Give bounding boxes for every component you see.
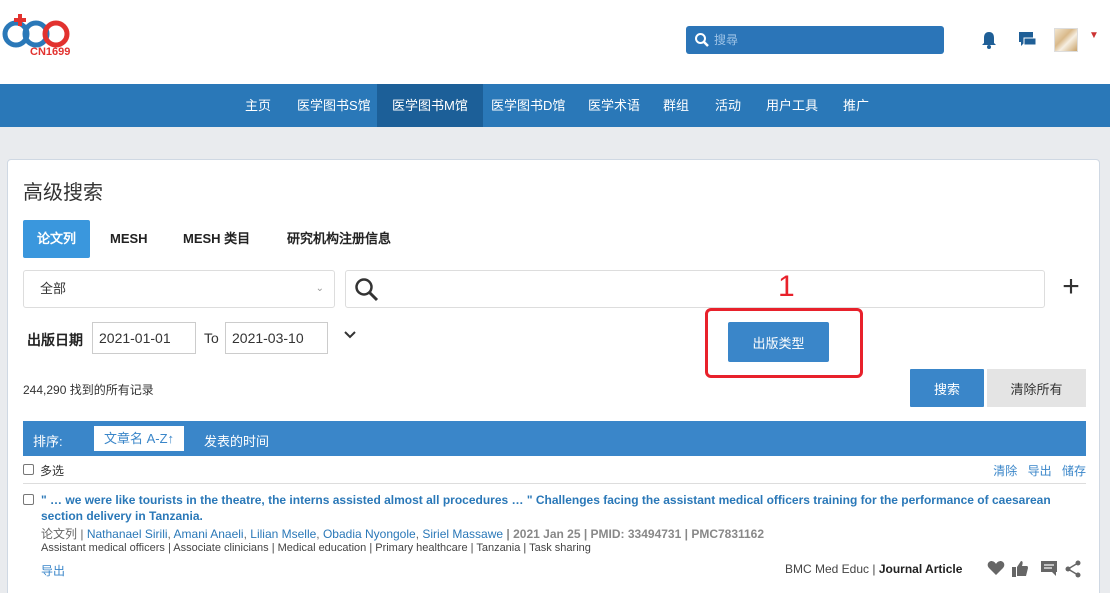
nav-item-user-tools[interactable]: 用户工具 [756,84,828,127]
header-search-input[interactable] [714,30,934,50]
nav-item-library-d[interactable]: 医学图书D馆 [481,84,575,127]
result-pmid: PMID: 33494731 [590,527,682,541]
header-search[interactable] [686,26,944,54]
result-checkbox[interactable] [23,494,34,505]
chevron-down-icon[interactable] [343,328,357,342]
sort-title-az[interactable]: 文章名 A-Z↑ [94,426,185,451]
category-select-value: 全部 [40,281,67,296]
nav-item-events[interactable]: 活动 [705,84,751,127]
advanced-search-card: 高级搜索 论文列 MESH MESH 类目 研究机构注册信息 全部 ⌄ + 出版… [7,159,1100,593]
heart-icon[interactable] [987,560,1005,576]
avatar[interactable] [1054,28,1078,52]
page-title: 高级搜索 [23,182,103,204]
export-link[interactable]: 导出 [1028,464,1052,478]
author-link[interactable]: Nathanael Sirili [87,527,168,541]
sort-bar: 排序: 文章名 A-Z↑ 发表的时间 [23,421,1086,456]
bulk-actions: 清除 导出 储存 [986,462,1086,479]
nav-item-terms[interactable]: 医学术语 [578,84,650,127]
author-link[interactable]: Siriel Massawe [422,527,503,541]
logo-text: CN1699 [30,46,71,58]
result-type: 论文列 [41,527,78,541]
bell-icon[interactable] [980,30,998,50]
publication-type-button[interactable]: 出版类型 [728,322,829,362]
main-nav: 主页 医学图书S馆 医学图书M馆 医学图书D馆 医学术语 群组 活动 用户工具 … [0,84,1110,127]
result-journal: BMC Med Educ | Journal Article [785,562,963,576]
result-meta: 论文列 | Nathanael Sirili, Amani Anaeli, Li… [41,527,765,541]
clear-all-button[interactable]: 清除所有 [987,369,1086,407]
result-export-link[interactable]: 导出 [41,562,65,579]
date-from-input[interactable] [92,322,196,354]
annotation-number: 1 [778,270,795,303]
main-search-input[interactable] [390,277,1030,301]
top-header: CN1699 ▼ [0,0,1110,84]
chevron-down-icon: ⌄ [315,283,324,294]
search-button[interactable]: 搜索 [910,369,984,407]
clear-link[interactable]: 清除 [993,464,1017,478]
tab-articles[interactable]: 论文列 [23,220,91,258]
result-title[interactable]: " … we were like tourists in the theatre… [41,492,1081,524]
nav-item-library-m[interactable]: 医学图书M馆 [377,84,483,127]
article-type: Journal Article [878,562,963,576]
result-pmc: PMC7831162 [691,527,765,541]
tab-mesh[interactable]: MESH [96,220,162,258]
author-link[interactable]: Obadia Nyongole [323,527,416,541]
multi-select-label: 多选 [40,464,65,478]
tab-trial-registry[interactable]: 研究机构注册信息 [273,220,405,258]
tab-mesh-category[interactable]: MESH 类目 [169,220,264,258]
share-icon[interactable] [1064,560,1082,578]
author-link[interactable]: Lilian Mselle [250,527,316,541]
chevron-down-icon[interactable]: ▼ [1089,30,1099,41]
sort-label: 排序: [33,434,63,449]
selection-bar: 多选 清除 导出 储存 [23,456,1086,484]
chat-icon[interactable] [1018,30,1038,50]
nav-item-groups[interactable]: 群组 [653,84,699,127]
search-icon [355,278,379,302]
journal-name: BMC Med Educ [785,562,870,576]
result-date: 2021 Jan 25 [513,527,581,541]
add-condition-button[interactable]: + [1058,272,1084,304]
category-select[interactable]: 全部 ⌄ [23,270,335,308]
search-icon [695,33,709,47]
date-to-input[interactable] [225,322,328,354]
date-to-label: To [204,330,219,346]
result-count: 244,290 找到的所有记录 [23,383,154,397]
select-all-checkbox[interactable] [23,464,34,475]
save-link[interactable]: 储存 [1062,464,1086,478]
date-label: 出版日期 [27,332,83,348]
author-link[interactable]: Amani Anaeli [174,527,244,541]
thumbs-up-icon[interactable] [1011,560,1029,578]
result-keywords: Assistant medical officers | Associate c… [41,542,591,554]
sort-publish-time[interactable]: 发表的时间 [204,431,269,450]
nav-item-library-s[interactable]: 医学图书S馆 [287,84,381,127]
nav-item-promotion[interactable]: 推广 [833,84,879,127]
comment-icon[interactable] [1040,560,1058,577]
nav-item-home[interactable]: 主页 [235,84,281,127]
main-search[interactable] [345,270,1045,308]
